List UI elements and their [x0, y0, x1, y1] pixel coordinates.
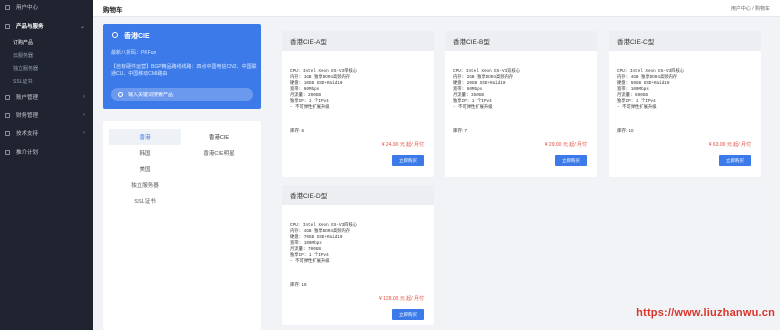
product-line-cie-star[interactable]: 香港CIE明星 — [183, 145, 255, 161]
share-icon — [5, 149, 10, 155]
buy-now-button[interactable]: 立即购买 — [719, 155, 751, 166]
search-box[interactable] — [111, 88, 253, 101]
sidebar-item-label: 产品与服务 — [16, 24, 44, 30]
sidebar-item-user-center[interactable]: 用户中心 — [0, 0, 93, 14]
search-icon — [118, 92, 123, 97]
sidebar-sub-ssl[interactable]: SSL证书 — [13, 78, 32, 85]
sidebar-item-account[interactable]: 账户管理 › — [0, 90, 93, 104]
sidebar-item-label: 财务管理 — [16, 113, 39, 119]
product-name: 香港CIE-A型 — [282, 31, 434, 51]
sidebar: 用户中心 产品与服务 ⌄ 订购产品 云服务器 独立服务器 SSL证书 账户管理 … — [0, 0, 93, 330]
category-panel: 香港 韩国 美国 独立服务器 SSL证书 香港CIE 香港CIE明星 — [103, 121, 261, 330]
sidebar-item-label: 技术支持 — [16, 131, 39, 137]
topbar: 购物车 用户中心 / 购物车 — [93, 0, 780, 17]
region-item-ssl[interactable]: SSL证书 — [109, 193, 181, 209]
sidebar-item-affiliate[interactable]: 推介计划 — [0, 145, 93, 159]
region-item-hk[interactable]: 香港 — [109, 129, 181, 145]
box-icon — [5, 23, 10, 29]
buy-now-button[interactable]: 立即购买 — [392, 155, 424, 166]
product-line-list: 香港CIE 香港CIE明星 — [183, 129, 255, 161]
buy-now-button[interactable]: 立即购买 — [392, 309, 424, 320]
watermark: https://www.liuzhanwu.cn — [636, 307, 775, 319]
region-item-kr[interactable]: 韩国 — [109, 145, 181, 161]
headset-icon — [5, 130, 10, 136]
product-line-cie[interactable]: 香港CIE — [183, 129, 255, 145]
sidebar-item-label: 账户管理 — [16, 95, 39, 101]
sidebar-sub-order[interactable]: 订购产品 — [13, 39, 33, 46]
promo-code-text: 最新八折码：PKFun — [111, 50, 157, 56]
product-stock: 库存: 6 — [290, 128, 305, 133]
product-specs: CPU: Intel Xeon E5-V3四核心 内存: 4GB 独享DDR4高频… — [617, 69, 685, 110]
product-price: ¥ 63.00 元 起/ 月付 — [708, 142, 751, 148]
product-specs: CPU: Intel Xeon E5-V3双核心 内存: 2GB 独享DDR4高频… — [453, 69, 521, 110]
home-icon — [5, 4, 10, 10]
product-price: ¥ 128.00 元 起/ 月付 — [378, 296, 424, 302]
product-price: ¥ 29.00 元 起/ 月付 — [544, 142, 587, 148]
sidebar-item-finance[interactable]: 财务管理 › — [0, 108, 93, 122]
sidebar-item-support[interactable]: 技术支持 › — [0, 126, 93, 140]
product-card: 香港CIE-C型 CPU: Intel Xeon E5-V3四核心 内存: 4GB… — [609, 31, 761, 177]
product-name: 香港CIE-B型 — [445, 31, 597, 51]
product-stock: 库存: 10 — [617, 128, 634, 133]
sidebar-sub-cloud[interactable]: 云服务器 — [13, 52, 33, 59]
buy-now-button[interactable]: 立即购买 — [555, 155, 587, 166]
product-stock: 库存: 18 — [290, 282, 307, 287]
sidebar-item-products[interactable]: 产品与服务 ⌄ — [0, 19, 93, 33]
chevron-right-icon: › — [83, 94, 85, 100]
search-input[interactable] — [128, 91, 248, 98]
product-stock: 库存: 7 — [453, 128, 468, 133]
product-name: 香港CIE-C型 — [609, 31, 761, 51]
product-price: ¥ 24.90 元 起/ 月付 — [381, 142, 424, 148]
sidebar-item-label: 推介计划 — [16, 150, 39, 156]
info-card: 香港CIE 最新八折码：PKFun 【自有硬件运营】BGP精品路线线路：四点中国… — [103, 24, 261, 109]
page-title: 购物车 — [103, 7, 123, 14]
product-specs: CPU: Intel Xeon E5-V3单核心 内存: 1GB 独享DDR4高频… — [290, 69, 358, 110]
region-item-dedicated[interactable]: 独立服务器 — [109, 177, 181, 193]
chevron-down-icon: ⌄ — [79, 23, 85, 30]
info-card-title: 香港CIE — [124, 33, 150, 40]
breadcrumb[interactable]: 用户中心 / 购物车 — [731, 5, 770, 12]
product-card: 香港CIE-A型 CPU: Intel Xeon E5-V3单核心 内存: 1GB… — [282, 31, 434, 177]
product-name: 香港CIE-D型 — [282, 185, 434, 205]
chevron-right-icon: › — [83, 112, 85, 118]
chevron-right-icon: › — [83, 130, 85, 136]
product-card: 香港CIE-B型 CPU: Intel Xeon E5-V3双核心 内存: 2GB… — [445, 31, 597, 177]
region-item-us[interactable]: 美国 — [109, 161, 181, 177]
region-list: 香港 韩国 美国 独立服务器 SSL证书 — [109, 129, 181, 209]
sidebar-sub-dedicated[interactable]: 独立服务器 — [13, 65, 38, 72]
user-icon — [5, 94, 10, 100]
product-specs: CPU: Intel Xeon E5-V3四核心 内存: 4GB 独享DDR4高频… — [290, 223, 358, 264]
route-description: 【自有硬件运营】BGP精品路线线路：四点中国电信CN2、中国联通CU、中国移动C… — [111, 64, 257, 77]
sidebar-item-label: 用户中心 — [16, 5, 39, 11]
clock-icon — [112, 32, 118, 38]
wallet-icon — [5, 112, 10, 118]
product-card: 香港CIE-D型 CPU: Intel Xeon E5-V3四核心 内存: 4GB… — [282, 185, 434, 325]
